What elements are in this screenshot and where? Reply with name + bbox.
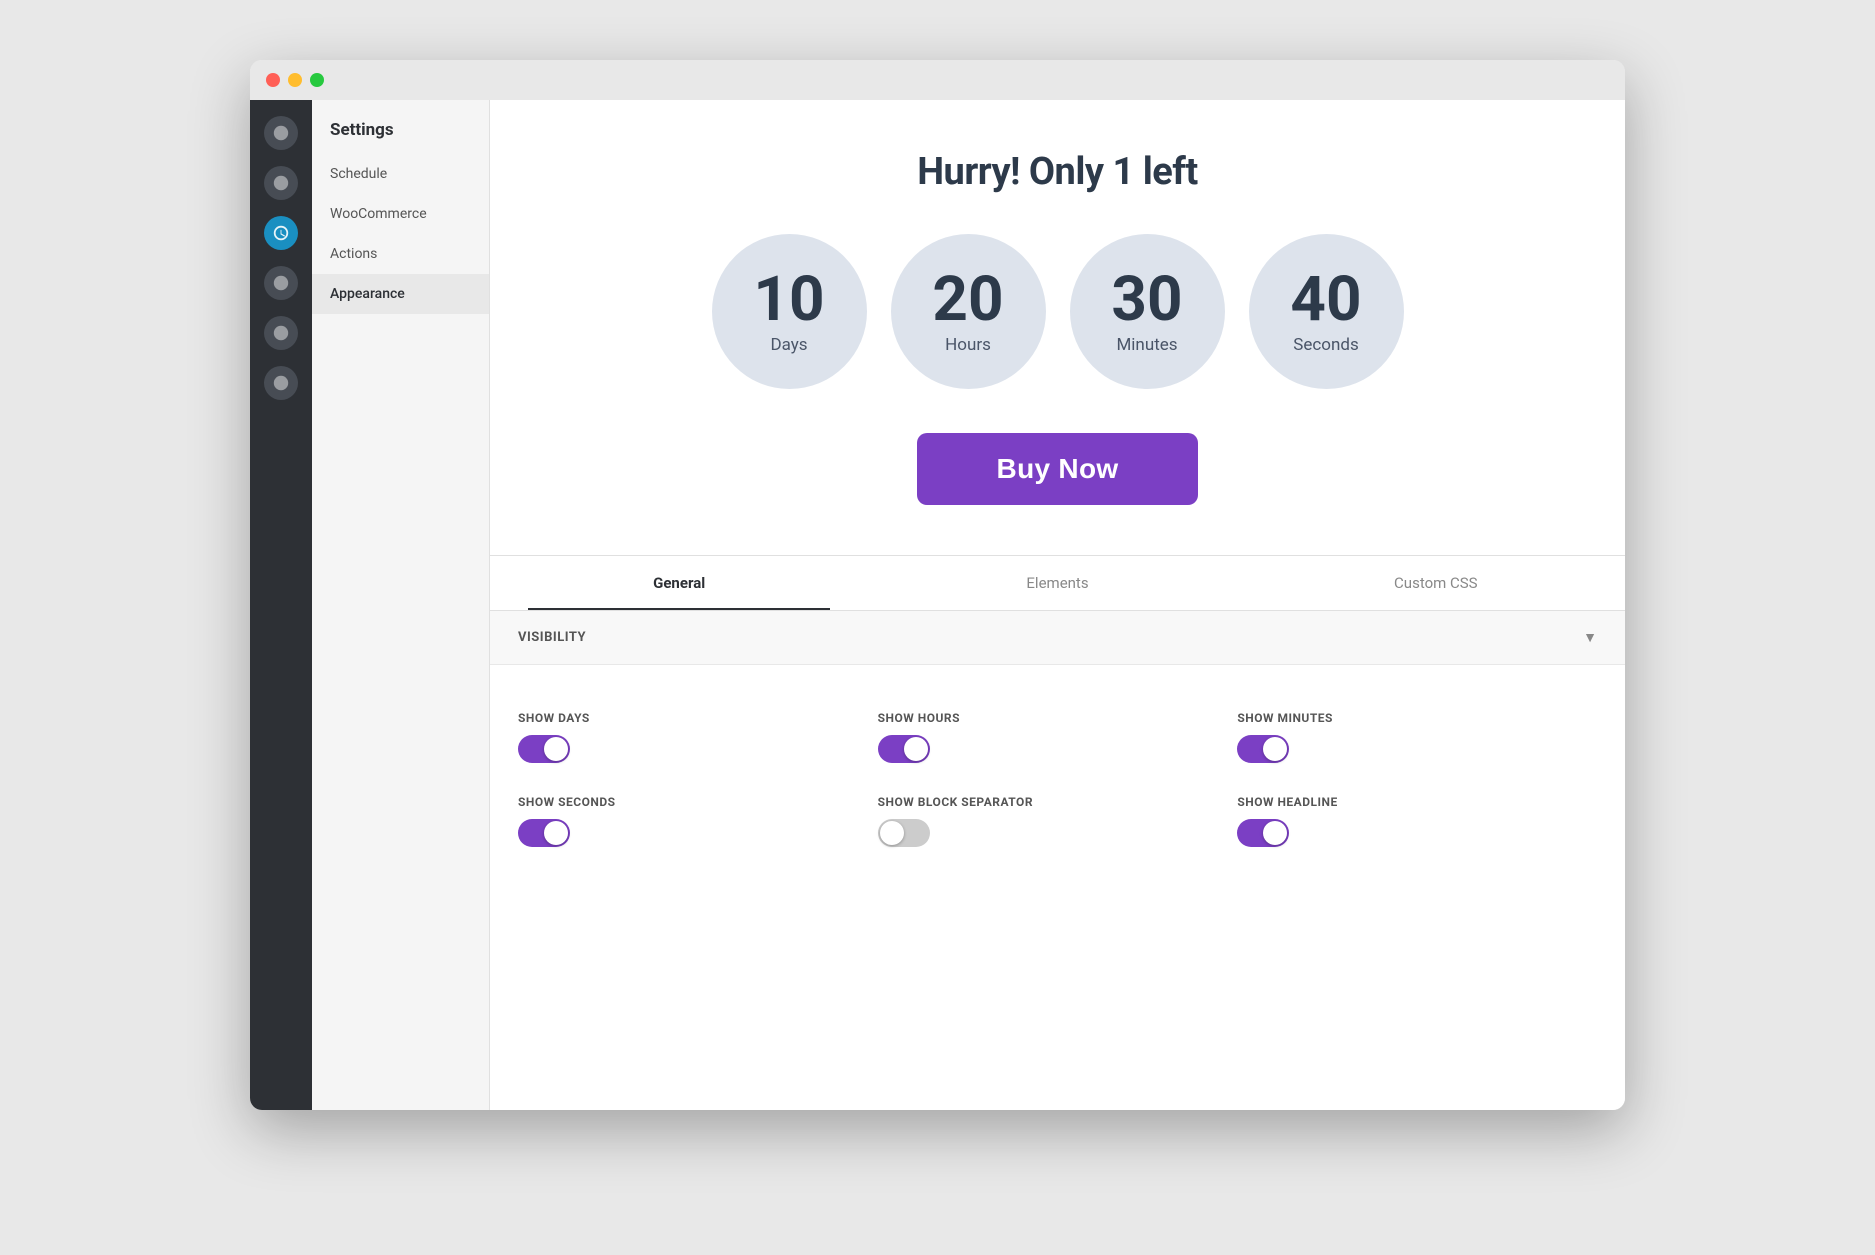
show-block-separator-toggle[interactable] bbox=[878, 819, 930, 847]
nav-item-appearance[interactable]: Appearance bbox=[312, 274, 489, 314]
nav-item-actions[interactable]: Actions bbox=[312, 234, 489, 274]
show-seconds-label: SHOW SECONDS bbox=[518, 795, 878, 809]
countdown-hours: 20 Hours bbox=[891, 234, 1046, 389]
sidebar-icon-timer[interactable] bbox=[264, 216, 298, 250]
toggle-item-show-minutes: SHOW MINUTES bbox=[1237, 695, 1597, 779]
show-seconds-knob bbox=[544, 821, 568, 845]
countdown-days: 10 Days bbox=[712, 234, 867, 389]
tab-elements[interactable]: Elements bbox=[868, 556, 1246, 610]
show-minutes-knob bbox=[1263, 737, 1287, 761]
show-minutes-toggle[interactable] bbox=[1237, 735, 1289, 763]
show-days-label: SHOW DAYS bbox=[518, 711, 878, 725]
titlebar bbox=[250, 60, 1625, 100]
maximize-button[interactable] bbox=[310, 73, 324, 87]
show-hours-toggle[interactable] bbox=[878, 735, 930, 763]
show-headline-knob bbox=[1263, 821, 1287, 845]
hours-number: 20 bbox=[932, 269, 1003, 331]
sidebar-icon-4[interactable] bbox=[264, 316, 298, 350]
tab-custom-css[interactable]: Custom CSS bbox=[1247, 556, 1625, 610]
minimize-button[interactable] bbox=[288, 73, 302, 87]
show-block-separator-label: SHOW BLOCK SEPARATOR bbox=[878, 795, 1238, 809]
preview-headline: Hurry! Only 1 left bbox=[917, 150, 1198, 194]
toggle-item-show-seconds: SHOW SECONDS bbox=[518, 779, 878, 863]
sidebar-icon-2[interactable] bbox=[264, 166, 298, 200]
icon-sidebar bbox=[250, 100, 312, 1110]
close-button[interactable] bbox=[266, 73, 280, 87]
days-label: Days bbox=[770, 335, 807, 355]
show-hours-knob bbox=[904, 737, 928, 761]
main-window: Settings Schedule WooCommerce Actions Ap… bbox=[250, 60, 1625, 1110]
days-number: 10 bbox=[753, 269, 824, 331]
countdown-minutes: 30 Minutes bbox=[1070, 234, 1225, 389]
show-hours-label: SHOW HOURS bbox=[878, 711, 1238, 725]
toggle-item-show-days: SHOW DAYS bbox=[518, 695, 878, 779]
settings-title: Settings bbox=[312, 100, 489, 154]
countdown-circles: 10 Days 20 Hours 30 Minutes 40 Seconds bbox=[712, 234, 1404, 389]
sidebar-icon-3[interactable] bbox=[264, 266, 298, 300]
preview-area: Hurry! Only 1 left 10 Days 20 Hours 30 M… bbox=[490, 100, 1625, 556]
show-minutes-label: SHOW MINUTES bbox=[1237, 711, 1597, 725]
settings-section-visibility: VISIBILITY ▼ SHOW DAYS SHOW HOURS bbox=[490, 611, 1625, 893]
minutes-number: 30 bbox=[1111, 269, 1182, 331]
nav-item-schedule[interactable]: Schedule bbox=[312, 154, 489, 194]
minutes-label: Minutes bbox=[1116, 335, 1177, 355]
section-header-visibility[interactable]: VISIBILITY ▼ bbox=[490, 611, 1625, 665]
nav-item-woocommerce[interactable]: WooCommerce bbox=[312, 194, 489, 234]
show-seconds-toggle[interactable] bbox=[518, 819, 570, 847]
toggles-grid: SHOW DAYS SHOW HOURS SHOW bbox=[490, 665, 1625, 893]
settings-sidebar: Settings Schedule WooCommerce Actions Ap… bbox=[312, 100, 490, 1110]
seconds-label: Seconds bbox=[1293, 335, 1358, 355]
toggle-item-show-hours: SHOW HOURS bbox=[878, 695, 1238, 779]
countdown-seconds: 40 Seconds bbox=[1249, 234, 1404, 389]
app-body: Settings Schedule WooCommerce Actions Ap… bbox=[250, 100, 1625, 1110]
hours-label: Hours bbox=[945, 335, 991, 355]
sidebar-icon-1[interactable] bbox=[264, 116, 298, 150]
show-days-knob bbox=[544, 737, 568, 761]
buy-now-button[interactable]: Buy Now bbox=[917, 433, 1199, 505]
seconds-number: 40 bbox=[1290, 269, 1361, 331]
sidebar-icon-5[interactable] bbox=[264, 366, 298, 400]
tab-general[interactable]: General bbox=[490, 556, 868, 610]
toggle-item-show-headline: SHOW HEADLINE bbox=[1237, 779, 1597, 863]
show-headline-toggle[interactable] bbox=[1237, 819, 1289, 847]
show-block-separator-knob bbox=[880, 821, 904, 845]
show-headline-label: SHOW HEADLINE bbox=[1237, 795, 1597, 809]
toggle-item-show-block-separator: SHOW BLOCK SEPARATOR bbox=[878, 779, 1238, 863]
main-content: Hurry! Only 1 left 10 Days 20 Hours 30 M… bbox=[490, 100, 1625, 1110]
show-days-toggle[interactable] bbox=[518, 735, 570, 763]
section-title-visibility: VISIBILITY bbox=[518, 630, 586, 645]
chevron-down-icon: ▼ bbox=[1583, 629, 1597, 646]
tabs-bar: General Elements Custom CSS bbox=[490, 556, 1625, 611]
